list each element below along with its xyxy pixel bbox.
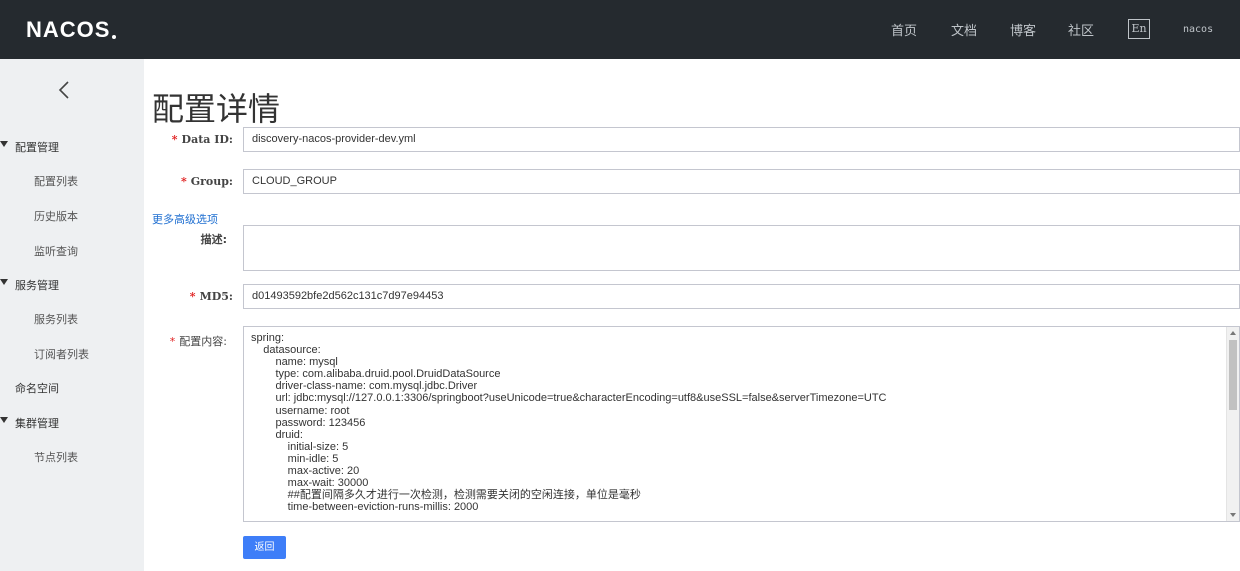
code-line: druid: [251, 428, 303, 441]
config-content-text[interactable]: spring: datasource: name: mysql type: co… [251, 332, 1221, 513]
data-id-label-text: Data ID: [181, 133, 233, 146]
config-content-editor[interactable]: spring: datasource: name: mysql type: co… [243, 326, 1240, 522]
nav-home[interactable]: 首页 [891, 20, 917, 39]
group-label-text: Group: [190, 175, 233, 188]
content-label-text: 配置内容: [179, 335, 227, 348]
md5-label-text: MD5: [199, 290, 233, 303]
scroll-up-icon[interactable] [1230, 331, 1236, 335]
nav-blog[interactable]: 博客 [1010, 20, 1036, 39]
expand-triangle-icon [0, 279, 8, 285]
code-line: min-idle: 5 [251, 452, 339, 465]
code-line: password: 123456 [251, 416, 366, 429]
sidebar-item-namespace[interactable]: 命名空间 [15, 380, 59, 396]
code-line: url: jdbc:mysql://127.0.0.1:3306/springb… [251, 392, 887, 405]
nav-docs[interactable]: 文档 [951, 20, 977, 39]
code-line: username: root [251, 404, 350, 417]
md5-label: * MD5: [93, 290, 233, 303]
required-mark: * [189, 290, 196, 303]
group-field[interactable]: CLOUD_GROUP [243, 169, 1240, 194]
group-label: * Group: [93, 175, 233, 188]
sidebar-item-listener-query[interactable]: 监听查询 [34, 243, 78, 259]
back-button[interactable]: 返回 [243, 536, 286, 559]
code-line: type: com.alibaba.druid.pool.DruidDataSo… [251, 368, 501, 381]
sidebar-item-subscriber-list[interactable]: 订阅者列表 [34, 346, 89, 362]
more-advanced-options-link[interactable]: 更多高级选项 [152, 211, 218, 227]
logo-dot [112, 35, 117, 39]
required-mark: * [169, 335, 176, 348]
description-textarea[interactable] [243, 225, 1240, 271]
description-label: 描述: [200, 233, 227, 246]
menu-group-label: 集群管理 [15, 417, 59, 430]
sidebar-item-node-list[interactable]: 节点列表 [34, 449, 78, 465]
editor-scrollbar[interactable] [1226, 327, 1239, 521]
menu-group-label: 配置管理 [15, 141, 59, 154]
data-id-field[interactable]: discovery-nacos-provider-dev.yml [243, 127, 1240, 152]
data-id-label: * Data ID: [93, 133, 233, 146]
code-line: initial-size: 5 [251, 440, 349, 453]
user-name[interactable]: nacos [1183, 24, 1213, 35]
menu-group-label: 服务管理 [15, 279, 59, 292]
code-line: name: mysql [251, 356, 338, 369]
code-line: max-wait: 30000 [251, 477, 369, 490]
sidebar-item-service-list[interactable]: 服务列表 [34, 311, 78, 327]
menu-group-cluster[interactable]: 集群管理 [0, 415, 144, 430]
code-line: max-active: 20 [251, 465, 360, 478]
required-mark: * [180, 175, 187, 188]
scroll-down-icon[interactable] [1230, 513, 1236, 517]
content-label: * 配置内容: [87, 333, 227, 349]
page-title: 配置详情 [152, 90, 281, 128]
top-navbar: NACOS 首页 文档 博客 社区 En nacos [0, 0, 1240, 59]
expand-triangle-icon [0, 141, 8, 147]
md5-field[interactable]: d01493592bfe2d562c131c7d97e94453 [243, 284, 1240, 309]
collapse-sidebar-icon[interactable] [56, 80, 72, 100]
language-switch-button[interactable]: En [1128, 19, 1150, 39]
code-line: datasource: [251, 344, 321, 357]
code-line: ##配置间隔多久才进行一次检测，检测需要关闭的空闲连接，单位是毫秒 [251, 489, 641, 502]
sidebar-item-history[interactable]: 历史版本 [34, 208, 78, 224]
code-line: time-between-eviction-runs-millis: 2000 [251, 501, 479, 514]
nacos-logo[interactable]: NACOS [26, 17, 117, 42]
scroll-thumb[interactable] [1229, 340, 1237, 410]
required-mark: * [171, 133, 178, 146]
sidebar-item-config-list[interactable]: 配置列表 [34, 173, 78, 189]
menu-group-service[interactable]: 服务管理 [0, 277, 144, 292]
code-line: spring: [251, 332, 285, 344]
logo-text: NACOS [26, 17, 111, 42]
expand-triangle-icon [0, 417, 8, 423]
code-line: driver-class-name: com.mysql.jdbc.Driver [251, 380, 478, 393]
nav-community[interactable]: 社区 [1068, 20, 1094, 39]
